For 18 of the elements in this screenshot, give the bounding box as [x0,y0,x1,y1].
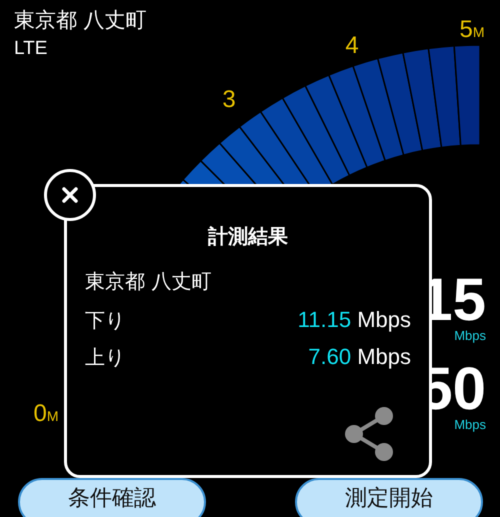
gauge-scale-label: 3 [222,86,236,114]
speed-unit: Mbps [454,417,486,432]
location-text: 東京都 八丈町 [14,7,147,34]
gauge-scale-label: 4 [345,32,359,60]
direction-label: 下り [85,307,125,334]
speed-unit: Mbps [454,328,486,343]
gauge-scale-label: 0M [33,400,59,428]
share-icon[interactable] [344,406,394,462]
speed-result: 11.15 Mbps [298,307,411,334]
result-location: 東京都 八丈町 [85,268,212,295]
gauge-scale-label: 5M [459,16,485,44]
network-type: LTE [14,38,48,60]
action-button[interactable]: 条件確認 [18,478,206,517]
direction-label: 上り [85,344,125,371]
close-icon [61,186,79,204]
dialog-title: 計測結果 [206,223,289,250]
speed-result: 7.60 Mbps [308,344,411,371]
action-button[interactable]: 測定開始 [295,478,483,517]
